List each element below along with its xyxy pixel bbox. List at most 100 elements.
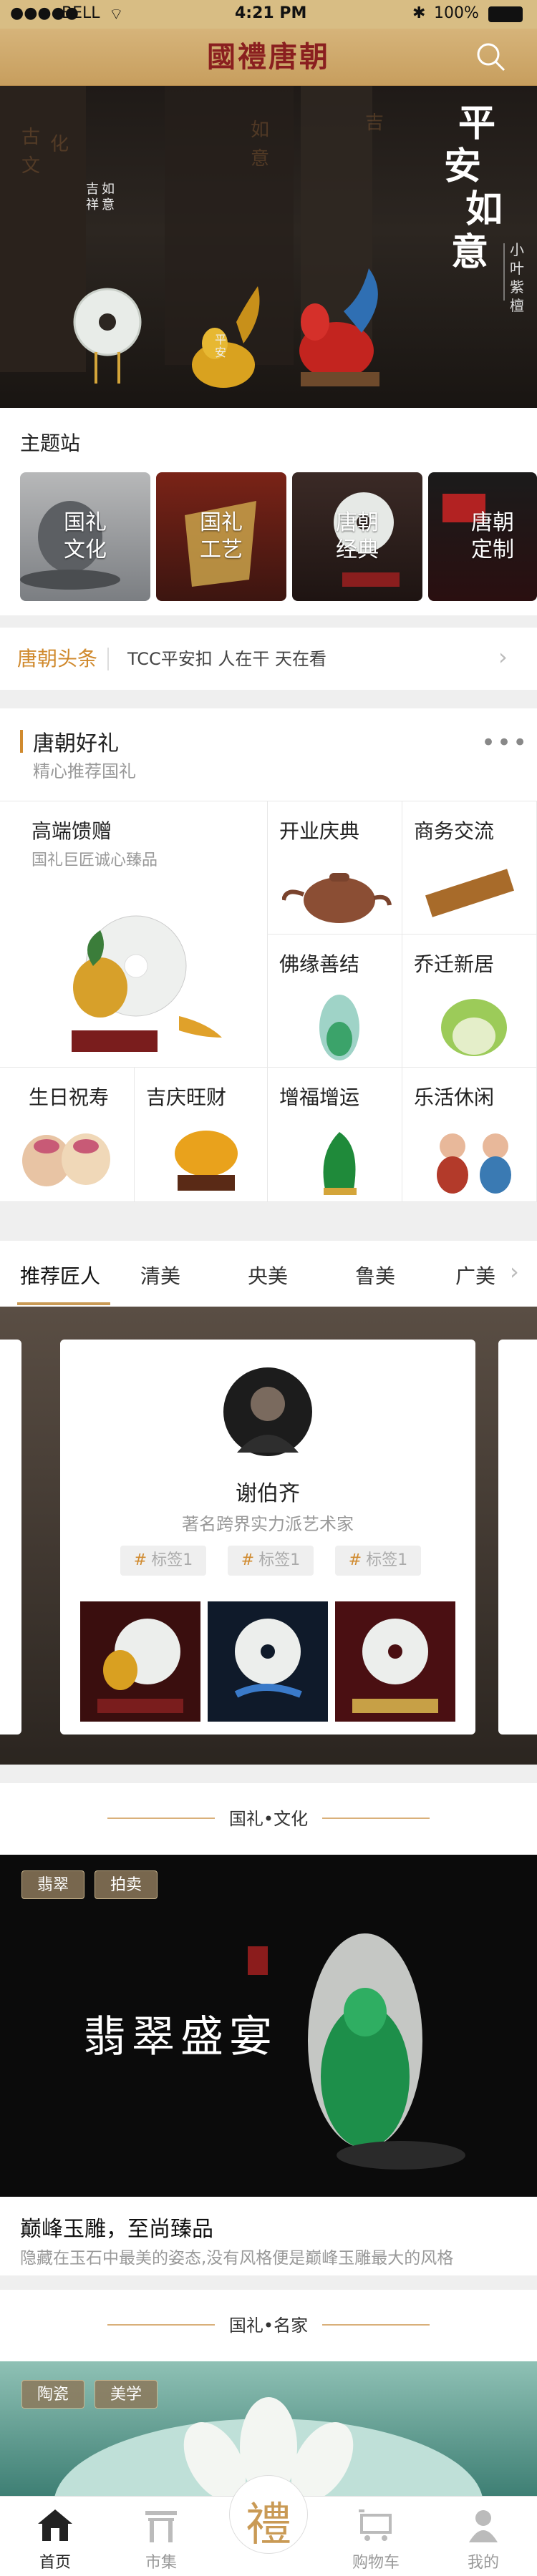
tab-yangmei[interactable]: 央美: [248, 1261, 288, 1289]
theme-card-culture[interactable]: 国礼 文化: [20, 472, 150, 601]
jade-work-image: [97, 1619, 183, 1713]
theme-card-custom[interactable]: 唐朝 定制: [428, 472, 537, 601]
tag-ceramic[interactable]: 陶瓷: [21, 2380, 84, 2409]
svg-text:意: 意: [102, 197, 115, 213]
news-logo: 唐朝头条: [17, 647, 98, 670]
gift-cell[interactable]: 生日祝寿: [0, 1068, 135, 1202]
bluetooth-icon: ✱: [412, 4, 426, 22]
gifts-header: 唐朝好礼 精心推荐国礼 •••: [0, 708, 537, 801]
tab-guangmei[interactable]: 广美: [455, 1261, 495, 1289]
chevron-right-icon[interactable]: ›: [498, 643, 508, 670]
section-master-header: 国礼•名家: [0, 2290, 537, 2361]
gift-cell[interactable]: 增福增运: [268, 1068, 402, 1202]
svg-text:意: 意: [251, 148, 269, 170]
avatar[interactable]: [223, 1367, 313, 1457]
gift-featured[interactable]: 高端馈赠 国礼巨匠诚心臻品: [0, 801, 268, 1068]
theme-card-classic[interactable]: 唐朝 经典: [292, 472, 422, 601]
gift-cell[interactable]: 佛缘善结: [268, 935, 402, 1068]
gift-cell[interactable]: 乔迁新居: [402, 935, 537, 1068]
tag[interactable]: # 标签1: [120, 1546, 206, 1576]
svg-text:如: 如: [102, 182, 115, 197]
app-page: ●●●●● BELL ⌔ 4:21 PM ✱ 100% 國禮唐朝 古文化 如意吉: [0, 0, 537, 2576]
work-thumb[interactable]: [208, 1601, 328, 1722]
work-thumb[interactable]: [80, 1601, 200, 1722]
tab-cart[interactable]: 购物车: [337, 2497, 415, 2576]
tag-auction[interactable]: 拍卖: [95, 1870, 158, 1899]
craftsman-carousel[interactable]: 谢伯齐 著名跨界实力派艺术家 # 标签1 # 标签1 # 标签1: [0, 1307, 537, 1765]
culture-caption[interactable]: 巅峰玉雕，至尚臻品 隐藏在玉石中最美的姿态,没有风格便是巅峰玉雕最大的风格: [0, 2197, 537, 2275]
theme-label: 唐朝 经典: [336, 510, 379, 562]
gift-cell[interactable]: 吉庆旺财: [135, 1068, 268, 1202]
tag-aesthetics[interactable]: 美学: [95, 2380, 158, 2409]
svg-text:祥: 祥: [86, 197, 99, 213]
battery-icon: [488, 6, 523, 22]
figurines-image: [437, 1133, 511, 1194]
status-time: 4:21 PM: [235, 4, 307, 22]
tab-lumei[interactable]: 鲁美: [355, 1261, 395, 1289]
green-horse-image: [323, 1132, 357, 1195]
prev-card[interactable]: [0, 1340, 21, 1735]
svg-text:檀: 檀: [510, 297, 524, 314]
tab-home[interactable]: 首页: [16, 2497, 95, 2576]
banner-art: 古文化 如意吉 平安如意 小叶紫檀 吉祥如意 平安: [0, 86, 524, 388]
gift-label: 高端馈赠: [32, 819, 112, 843]
svg-text:平: 平: [458, 102, 495, 145]
culture-feature-banner[interactable]: 翡翠盛宴 翡翠 拍卖: [0, 1855, 537, 2197]
tab-label: 首页: [39, 2554, 71, 2572]
news-ticker[interactable]: 唐朝头条 TCC平安扣 人在干 天在看 ›: [0, 627, 537, 690]
gift-cell[interactable]: 乐活休闲: [402, 1068, 537, 1202]
theme-card-craft[interactable]: 国礼 工艺: [156, 472, 286, 601]
gift-sub: 国礼巨匠诚心臻品: [32, 852, 158, 869]
feature-desc: 隐藏在玉石中最美的姿态,没有风格便是巅峰玉雕最大的风格: [20, 2249, 454, 2268]
svg-text:如: 如: [465, 187, 503, 231]
status-bar: ●●●●● BELL ⌔ 4:21 PM ✱ 100%: [0, 0, 537, 29]
news-headline[interactable]: TCC平安扣 人在干 天在看: [127, 645, 326, 670]
next-card[interactable]: [498, 1340, 537, 1735]
tab-profile[interactable]: 我的: [444, 2497, 523, 2576]
banner-calligraphy: 翡翠盛宴: [83, 2012, 278, 2062]
svg-text:化: 化: [50, 134, 69, 155]
teapot-image: [282, 873, 392, 923]
cart-icon: [359, 2509, 392, 2541]
jade-gift-image: [72, 915, 222, 1052]
section-culture-header: 国礼•文化: [0, 1783, 537, 1855]
gift-label: 佛缘善结: [279, 952, 360, 976]
theme-station-section: 主题站 国礼 文化 国礼 工艺 唐朝 经典 唐朝 定制: [0, 408, 537, 615]
gift-label: 商务交流: [414, 819, 495, 843]
search-button[interactable]: [474, 40, 508, 74]
tab-indicator: [17, 1302, 110, 1305]
theme-label: 国礼 工艺: [200, 510, 243, 562]
app-logo: 國禮唐朝: [207, 40, 330, 74]
section-title: 唐朝好礼: [33, 731, 119, 756]
craftsman-desc: 著名跨界实力派艺术家: [182, 1514, 354, 1534]
tag[interactable]: # 标签1: [228, 1546, 314, 1576]
tag[interactable]: # 标签1: [335, 1546, 421, 1576]
chevron-right-icon[interactable]: ›: [510, 1258, 519, 1285]
svg-text:吉: 吉: [365, 112, 384, 134]
nav-bar: 國禮唐朝: [0, 29, 537, 86]
section-title: 主题站: [20, 431, 81, 455]
battery-percent: 100%: [434, 4, 479, 22]
svg-text:叶: 叶: [510, 260, 524, 277]
feature-heading: 巅峰玉雕，至尚臻品: [20, 2217, 213, 2242]
jade-buddha-image: [319, 995, 359, 1060]
more-icon[interactable]: •••: [481, 728, 528, 757]
gift-cell[interactable]: 开业庆典: [268, 801, 402, 935]
wifi-icon: ⌔: [109, 6, 124, 24]
tab-label: 市集: [145, 2554, 177, 2572]
tag-jade[interactable]: 翡翠: [21, 1870, 84, 1899]
hero-banner[interactable]: 古文化 如意吉 平安如意 小叶紫檀 吉 祥 如 意 平 安: [0, 86, 537, 408]
gift-cell[interactable]: 商务交流: [402, 801, 537, 935]
tab-label: 购物车: [352, 2554, 400, 2572]
tab-qingmei[interactable]: 清美: [140, 1261, 180, 1289]
section-title: 国礼•名家: [228, 2316, 309, 2336]
work-thumb[interactable]: [335, 1601, 455, 1722]
craftsman-card[interactable]: 谢伯齐 著名跨界实力派艺术家 # 标签1 # 标签1 # 标签1: [60, 1340, 475, 1735]
section-title: 国礼•文化: [228, 1809, 309, 1829]
accent-bar: [20, 730, 23, 753]
tab-center-gift[interactable]: 禮: [229, 2475, 308, 2576]
craftsman-tabs: 推荐匠人 清美 央美 鲁美 广美 ›: [0, 1241, 537, 1307]
amber-image: [175, 1131, 238, 1191]
tab-recommended[interactable]: 推荐匠人: [20, 1261, 100, 1289]
tab-market[interactable]: 市集: [122, 2497, 200, 2576]
